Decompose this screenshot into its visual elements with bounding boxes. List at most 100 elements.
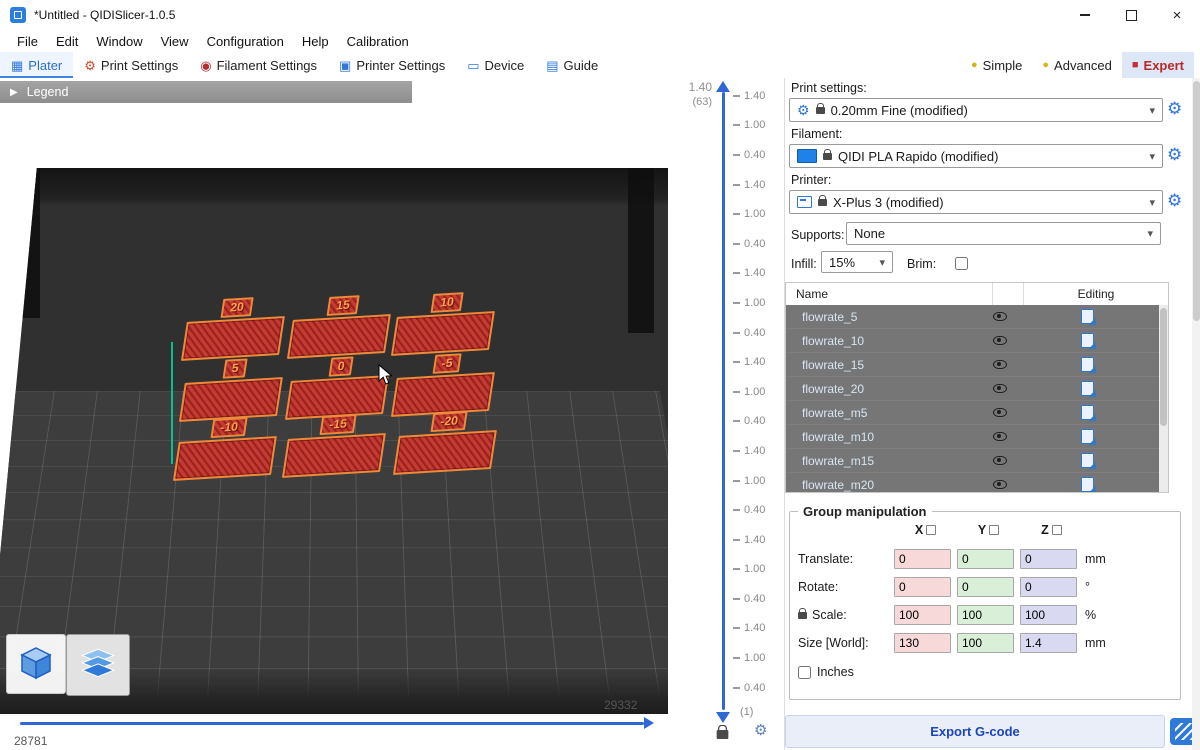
scale-z-input[interactable]: [1020, 605, 1077, 625]
rotate-x-input[interactable]: [894, 577, 951, 597]
rotate-z-input[interactable]: [1020, 577, 1077, 597]
eye-icon[interactable]: [993, 360, 1007, 369]
model-object[interactable]: 20: [179, 295, 289, 361]
slider-arrow-right-icon[interactable]: [644, 717, 654, 729]
infill-combo[interactable]: 15% ▾: [821, 251, 893, 273]
list-scrollbar-thumb[interactable]: [1160, 308, 1167, 426]
chevron-down-icon: ▾: [1149, 104, 1155, 117]
tab-plater[interactable]: ▦ Plater: [0, 52, 73, 78]
menu-calibration[interactable]: Calibration: [338, 34, 418, 49]
tab-printer-settings[interactable]: ▣ Printer Settings: [328, 52, 456, 78]
minimize-button[interactable]: [1062, 0, 1108, 30]
translate-z-input[interactable]: [1020, 549, 1077, 569]
tab-filament-settings[interactable]: ◉ Filament Settings: [189, 52, 328, 78]
edit-icon[interactable]: [1081, 357, 1094, 372]
object-slab: [172, 436, 276, 481]
list-scrollbar[interactable]: [1159, 305, 1168, 492]
eye-icon[interactable]: [993, 336, 1007, 345]
model-object[interactable]: 15: [285, 293, 395, 359]
layer-tick-label: 0.40: [744, 415, 765, 427]
eye-icon[interactable]: [993, 312, 1007, 321]
panel-scrollbar[interactable]: [1192, 78, 1200, 750]
object-number-plate: 5: [222, 358, 248, 378]
panel-scrollbar-thumb[interactable]: [1193, 81, 1200, 321]
list-item[interactable]: flowrate_m15: [786, 449, 1159, 473]
tab-guide[interactable]: ▤ Guide: [535, 52, 609, 78]
menu-window[interactable]: Window: [87, 34, 151, 49]
close-button[interactable]: ×: [1154, 0, 1200, 30]
size-x-input[interactable]: [894, 633, 951, 653]
mode-advanced[interactable]: ● Advanced: [1032, 52, 1121, 78]
view-preview-button[interactable]: [66, 634, 130, 696]
list-item[interactable]: flowrate_5: [786, 305, 1159, 329]
legend-bar[interactable]: ▶ Legend: [0, 81, 412, 103]
layer-slider-top-arrow-icon[interactable]: [716, 81, 730, 92]
translate-x-input[interactable]: [894, 549, 951, 569]
scale-y-input[interactable]: [957, 605, 1014, 625]
edit-icon[interactable]: [1081, 333, 1094, 348]
list-item[interactable]: flowrate_10: [786, 329, 1159, 353]
tick-mark: [733, 95, 740, 97]
model-object[interactable]: 5: [177, 356, 287, 422]
filament-combo[interactable]: QIDI PLA Rapido (modified) ▾: [789, 144, 1163, 168]
print-settings-gear-button[interactable]: ⚙: [1167, 100, 1182, 117]
print-settings-combo[interactable]: ⚙ 0.20mm Fine (modified) ▾: [789, 98, 1163, 122]
size-z-input[interactable]: [1020, 633, 1077, 653]
list-item[interactable]: flowrate_m5: [786, 401, 1159, 425]
scale-x-input[interactable]: [894, 605, 951, 625]
slider-settings-gear-icon[interactable]: ⚙: [754, 723, 767, 738]
viewport-3d[interactable]: ▶ Legend 20 15 10 5 0 -5 -10 -15: [0, 78, 676, 750]
menu-view[interactable]: View: [152, 34, 198, 49]
menu-edit[interactable]: Edit: [47, 34, 87, 49]
layer-slider[interactable]: [722, 92, 725, 710]
supports-combo[interactable]: None ▾: [846, 222, 1161, 245]
inches-checkbox[interactable]: [798, 666, 811, 679]
lock-icon[interactable]: [717, 730, 729, 739]
eye-icon[interactable]: [993, 408, 1007, 417]
edit-icon[interactable]: [1081, 405, 1094, 420]
mode-simple[interactable]: ● Simple: [961, 52, 1032, 78]
mode-expert[interactable]: ■ Expert: [1122, 52, 1194, 78]
model-object[interactable]: -15: [280, 412, 390, 478]
size-y-input[interactable]: [957, 633, 1014, 653]
tick-mark: [733, 420, 740, 422]
rotate-y-input[interactable]: [957, 577, 1014, 597]
eye-icon[interactable]: [993, 384, 1007, 393]
edit-icon[interactable]: [1081, 309, 1094, 324]
eye-icon[interactable]: [993, 432, 1007, 441]
model-object[interactable]: 10: [389, 290, 499, 356]
object-number-plate: 20: [221, 297, 254, 318]
menu-configuration[interactable]: Configuration: [198, 34, 293, 49]
list-item[interactable]: flowrate_20: [786, 377, 1159, 401]
view-3d-editor-button[interactable]: [6, 634, 66, 694]
list-item[interactable]: flowrate_15: [786, 353, 1159, 377]
list-item[interactable]: flowrate_m10: [786, 425, 1159, 449]
list-item[interactable]: flowrate_m20: [786, 473, 1159, 492]
printer-combo[interactable]: X-Plus 3 (modified) ▾: [789, 190, 1163, 214]
translate-y-input[interactable]: [957, 549, 1014, 569]
printer-gear-button[interactable]: ⚙: [1167, 192, 1182, 209]
export-gcode-button[interactable]: Export G-code: [785, 715, 1165, 748]
eye-icon[interactable]: [993, 480, 1007, 489]
menu-file[interactable]: File: [8, 34, 47, 49]
layer-slider-bottom-arrow-icon[interactable]: [716, 712, 730, 723]
edit-icon[interactable]: [1081, 453, 1094, 468]
maximize-button[interactable]: [1108, 0, 1154, 30]
edit-icon[interactable]: [1081, 429, 1094, 444]
frame-post: [628, 168, 654, 333]
tab-print-settings[interactable]: ⚙ Print Settings: [73, 52, 189, 78]
edit-icon[interactable]: [1081, 381, 1094, 396]
brim-checkbox[interactable]: [955, 257, 968, 270]
model-object[interactable]: -20: [391, 409, 501, 475]
axis-z-label: Z: [1041, 523, 1049, 537]
uniform-scale-lock-icon[interactable]: [798, 612, 807, 619]
menu-help[interactable]: Help: [293, 34, 338, 49]
edit-icon[interactable]: [1081, 477, 1094, 492]
model-object[interactable]: -5: [389, 351, 499, 417]
tab-device[interactable]: ▭ Device: [456, 52, 535, 78]
model-object[interactable]: -10: [171, 415, 281, 481]
gcode-move-slider[interactable]: [20, 722, 644, 725]
eye-icon[interactable]: [993, 456, 1007, 465]
filament-gear-button[interactable]: ⚙: [1167, 146, 1182, 163]
model-object[interactable]: 0: [283, 354, 393, 420]
